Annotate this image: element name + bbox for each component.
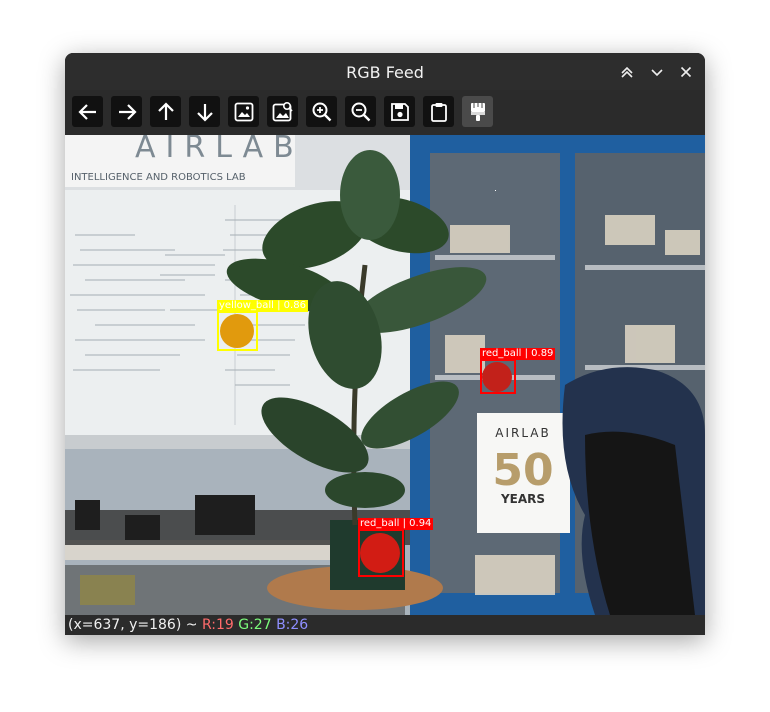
clipboard-icon bbox=[430, 102, 447, 122]
camera-feed[interactable]: AIRLAB INTELLIGENCE AND ROBOTICS LAB AIR… bbox=[65, 135, 705, 615]
clipboard-button[interactable] bbox=[423, 96, 454, 127]
zoom-out-icon bbox=[351, 102, 370, 121]
blue-value: B:26 bbox=[276, 617, 309, 633]
image-button[interactable] bbox=[228, 96, 259, 127]
detection-box-yellow-ball[interactable]: yellow_ball | 0.86 bbox=[217, 300, 308, 351]
arrow-down-icon bbox=[196, 103, 213, 122]
down-button[interactable] bbox=[189, 96, 220, 127]
airlab-poster: AIRLAB 50 YEARS bbox=[477, 413, 570, 533]
green-value: G:27 bbox=[238, 617, 272, 633]
save-button[interactable] bbox=[384, 96, 415, 127]
lab-sign: AIRLAB INTELLIGENCE AND ROBOTICS LAB bbox=[65, 135, 304, 187]
cursor-coordinates: (x=637, y=186) ~ bbox=[68, 617, 202, 633]
lab-sign-subtitle: INTELLIGENCE AND ROBOTICS LAB bbox=[71, 172, 246, 183]
chevrons-up-icon[interactable] bbox=[617, 62, 637, 82]
arrow-up-icon bbox=[157, 101, 174, 120]
poster-bottom-text: YEARS bbox=[500, 492, 545, 506]
detection-label: red_ball | 0.89 bbox=[480, 348, 556, 360]
zoom-in-button[interactable] bbox=[306, 96, 337, 127]
brush-button[interactable] bbox=[462, 96, 493, 127]
save-icon bbox=[390, 102, 409, 121]
up-button[interactable] bbox=[150, 96, 181, 127]
toolbar bbox=[65, 90, 705, 135]
image-search-button[interactable] bbox=[267, 96, 298, 127]
window-title: RGB Feed bbox=[346, 63, 424, 82]
zoom-in-icon bbox=[312, 102, 331, 121]
image-search-icon bbox=[272, 101, 293, 121]
detection-label: red_ball | 0.94 bbox=[358, 518, 434, 530]
red-value: R:19 bbox=[201, 617, 234, 633]
lab-sign-text: AIRLAB bbox=[135, 135, 304, 165]
arrow-left-icon bbox=[77, 103, 96, 120]
title-bar[interactable]: RGB Feed bbox=[65, 53, 705, 90]
poster-top-text: AIRLAB bbox=[495, 426, 551, 440]
status-bar: (x=637, y=186) ~ R:19 G:27 B:26 bbox=[65, 615, 705, 635]
chevron-down-icon[interactable] bbox=[647, 62, 667, 82]
image-icon bbox=[234, 102, 253, 121]
poster-number: 50 bbox=[492, 445, 553, 496]
detection-label: yellow_ball | 0.86 bbox=[217, 300, 308, 312]
back-button[interactable] bbox=[72, 96, 103, 127]
zoom-out-button[interactable] bbox=[345, 96, 376, 127]
detection-box-red-ball[interactable]: red_ball | 0.89 bbox=[480, 348, 556, 394]
detection-box-red-ball[interactable]: red_ball | 0.94 bbox=[358, 518, 434, 577]
close-icon[interactable] bbox=[676, 62, 696, 82]
arrow-right-icon bbox=[118, 103, 137, 120]
rgb-feed-window: RGB Feed AIRLAB INTELLIGENCE AND ROBOTIC… bbox=[65, 53, 705, 635]
forward-button[interactable] bbox=[111, 96, 142, 127]
paintbrush-icon bbox=[470, 102, 485, 121]
